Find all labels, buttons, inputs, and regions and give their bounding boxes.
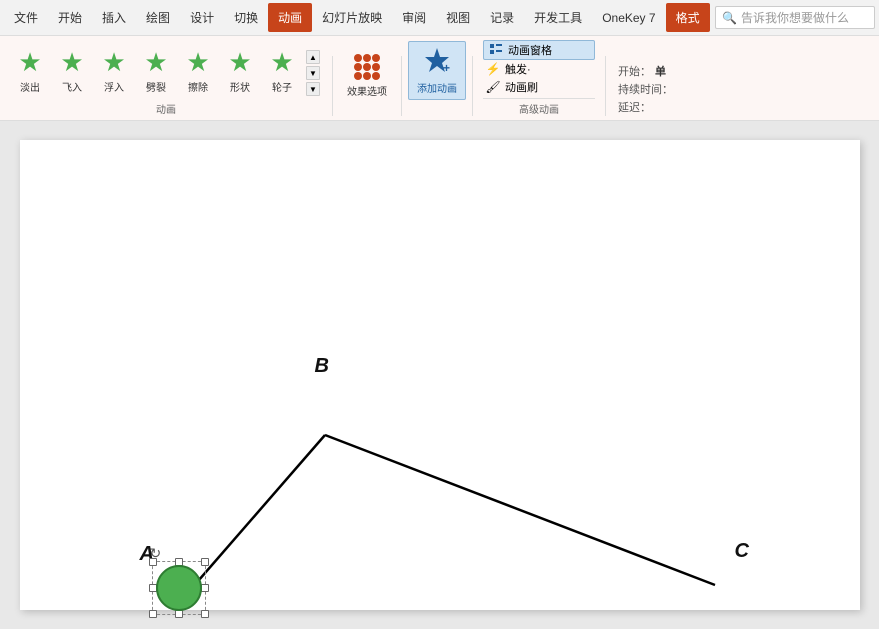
trigger-label: 触发· [505,61,531,77]
timing-delay-row: 延迟： [616,98,738,116]
effect-options-label: 效果选项 [347,83,387,98]
trigger-btn[interactable]: ⚡ 触发· [483,60,595,78]
menu-transition[interactable]: 切换 [224,3,268,32]
animation-pane-btn[interactable]: 动画窗格 [483,40,595,60]
menu-file[interactable]: 文件 [4,3,48,32]
add-animation-icon: + [423,46,451,80]
search-placeholder: 告诉我你想要做什么 [741,9,849,26]
floatin-icon: ★ [98,46,130,78]
effect-options-btn[interactable]: 效果选项 [341,49,393,100]
menu-slideshow[interactable]: 幻灯片放映 [312,3,392,32]
effect-options-icon [351,51,383,83]
animation-pane-label: 动画窗格 [508,42,552,58]
trigger-icon: ⚡ [485,61,501,77]
anim-brush-label: 动画刷 [505,79,538,95]
anim-split-btn[interactable]: ★ 劈裂 [136,44,176,96]
slide-svg [20,140,860,610]
menu-draw[interactable]: 绘图 [136,3,180,32]
animation-group-label: 动画 [6,98,326,116]
menu-devtools[interactable]: 开发工具 [524,3,592,32]
anim-brush-icon: 🖌 [485,79,501,95]
slide-canvas[interactable]: B A C ↻ [20,140,860,610]
sep-1 [332,56,333,116]
floatin-label: 浮入 [104,79,124,94]
search-icon: 🔍 [722,11,737,25]
anim-brush-btn[interactable]: 🖌 动画刷 [483,78,595,96]
ribbon: ★ 淡出 ★ 飞入 ★ 浮入 ★ 劈裂 ★ 擦除 [0,36,879,121]
anim-fadeout-btn[interactable]: ★ 淡出 [10,44,50,96]
label-b: B [315,355,329,378]
timing-delay-label: 延迟： [618,99,651,115]
wheel-icon: ★ [266,46,298,78]
advanced-animation-group: 动画窗格 ⚡ 触发· 🖌 动画刷 高级动画 [479,40,599,116]
search-bar[interactable]: 🔍 告诉我你想要做什么 [715,6,875,29]
scroll-down-btn[interactable]: ▼ [306,82,320,96]
handle-bc[interactable] [175,610,183,618]
timing-duration-row: 持续时间： [616,80,738,98]
anim-flyin-btn[interactable]: ★ 飞入 [52,44,92,96]
shape-label: 形状 [230,79,250,94]
flyin-label: 飞入 [62,79,82,94]
handle-bl[interactable] [149,610,157,618]
menu-start[interactable]: 开始 [48,3,92,32]
split-icon: ★ [140,46,172,78]
timing-start-value: 单 [655,63,666,79]
wipe-label: 擦除 [188,79,208,94]
scroll-up-btn[interactable]: ▲ [306,50,320,64]
timing-duration-label: 持续时间： [618,81,673,97]
advanced-group-label: 高级动画 [483,98,595,116]
animation-scroll-arrows: ▲ ▼ ▼ [306,50,320,96]
menu-format[interactable]: 格式 [666,3,710,32]
menu-review[interactable]: 审阅 [392,3,436,32]
anim-wipe-btn[interactable]: ★ 擦除 [178,44,218,96]
canvas-area: B A C ↻ [0,121,879,629]
menu-record[interactable]: 记录 [480,3,524,32]
timing-start-label: 开始： [618,63,651,79]
menu-view[interactable]: 视图 [436,3,480,32]
wheel-label: 轮子 [272,79,292,94]
split-label: 劈裂 [146,79,166,94]
timing-group: 开始： 单 持续时间： 延迟： [612,62,742,116]
menu-bar: 文件 开始 插入 绘图 设计 切换 动画 幻灯片放映 审阅 视图 记录 开发工具… [0,0,879,36]
label-c: C [735,540,749,563]
menu-animation[interactable]: 动画 [268,3,312,32]
sep-4 [605,56,606,116]
flyin-icon: ★ [56,46,88,78]
green-circle[interactable] [156,565,202,611]
menu-insert[interactable]: 插入 [92,3,136,32]
add-animation-label: 添加动画 [417,80,457,95]
sep-2 [401,56,402,116]
fadeout-label: 淡出 [20,79,40,94]
add-anim-group-label [409,102,465,116]
shape-icon: ★ [224,46,256,78]
add-animation-btn[interactable]: + 添加动画 [408,41,466,100]
timing-start-row: 开始： 单 [616,62,738,80]
svg-text:+: + [443,61,450,74]
handle-mr[interactable] [201,584,209,592]
menu-design[interactable]: 设计 [180,3,224,32]
sep-3 [472,56,473,116]
menu-onekey[interactable]: OneKey 7 [592,5,665,31]
handle-br[interactable] [201,610,209,618]
wipe-icon: ★ [182,46,214,78]
fadeout-icon: ★ [14,46,46,78]
anim-wheel-btn[interactable]: ★ 轮子 [262,44,302,96]
effect-group-label [339,102,395,116]
handle-tr[interactable] [201,558,209,566]
anim-floatin-btn[interactable]: ★ 浮入 [94,44,134,96]
rotate-handle[interactable]: ↻ [150,545,162,557]
anim-shape-btn[interactable]: ★ 形状 [220,44,260,96]
animation-pane-icon [488,42,504,58]
scroll-mid-btn[interactable]: ▼ [306,66,320,80]
